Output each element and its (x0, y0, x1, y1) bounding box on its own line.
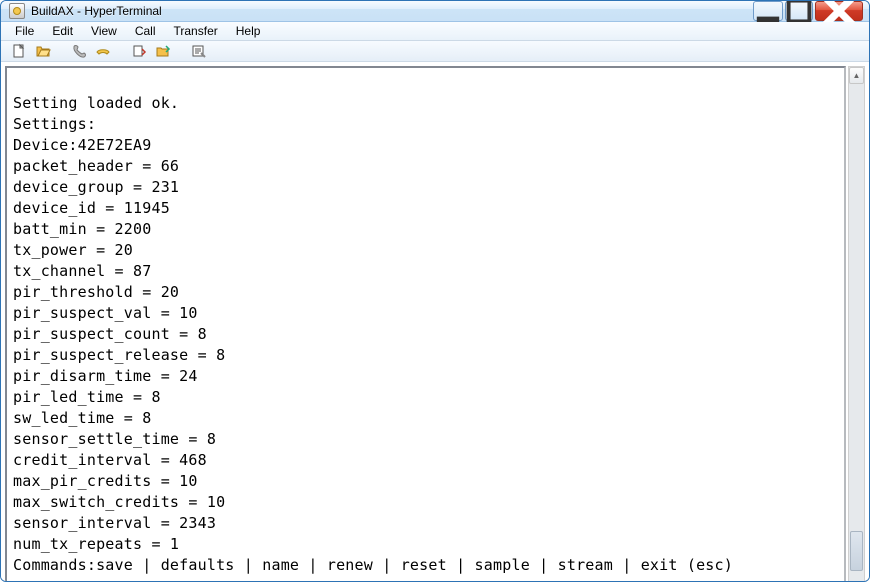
open-file-icon[interactable] (33, 41, 53, 61)
properties-icon[interactable] (189, 41, 209, 61)
new-file-icon[interactable] (9, 41, 29, 61)
app-icon (9, 3, 25, 19)
menu-help[interactable]: Help (228, 22, 269, 40)
phone-hang-icon[interactable] (93, 41, 113, 61)
phone-connect-icon[interactable] (69, 41, 89, 61)
menu-edit[interactable]: Edit (44, 22, 81, 40)
terminal-output[interactable]: Setting loaded ok. Settings: Device:42E7… (13, 72, 838, 582)
menu-call[interactable]: Call (127, 22, 164, 40)
close-button[interactable] (815, 1, 863, 21)
scroll-thumb[interactable] (850, 531, 863, 571)
vertical-scrollbar[interactable]: ▲ ▼ (848, 66, 865, 582)
menu-bar: File Edit View Call Transfer Help (1, 22, 869, 41)
scroll-track[interactable] (849, 84, 864, 581)
toolbar (1, 41, 869, 62)
menu-view[interactable]: View (83, 22, 125, 40)
send-file-icon[interactable] (129, 41, 149, 61)
terminal-frame: Setting loaded ok. Settings: Device:42E7… (5, 66, 846, 582)
title-bar[interactable]: BuildAX - HyperTerminal (1, 1, 869, 22)
scroll-up-icon[interactable]: ▲ (849, 67, 864, 84)
receive-file-icon[interactable] (153, 41, 173, 61)
minimize-button[interactable] (753, 1, 783, 21)
window-controls (751, 1, 863, 21)
menu-transfer[interactable]: Transfer (166, 22, 226, 40)
menu-file[interactable]: File (7, 22, 42, 40)
client-area: Setting loaded ok. Settings: Device:42E7… (1, 62, 869, 582)
maximize-button[interactable] (785, 1, 813, 21)
window-title: BuildAX - HyperTerminal (31, 4, 162, 18)
app-window: BuildAX - HyperTerminal File Edit View C… (0, 0, 870, 582)
